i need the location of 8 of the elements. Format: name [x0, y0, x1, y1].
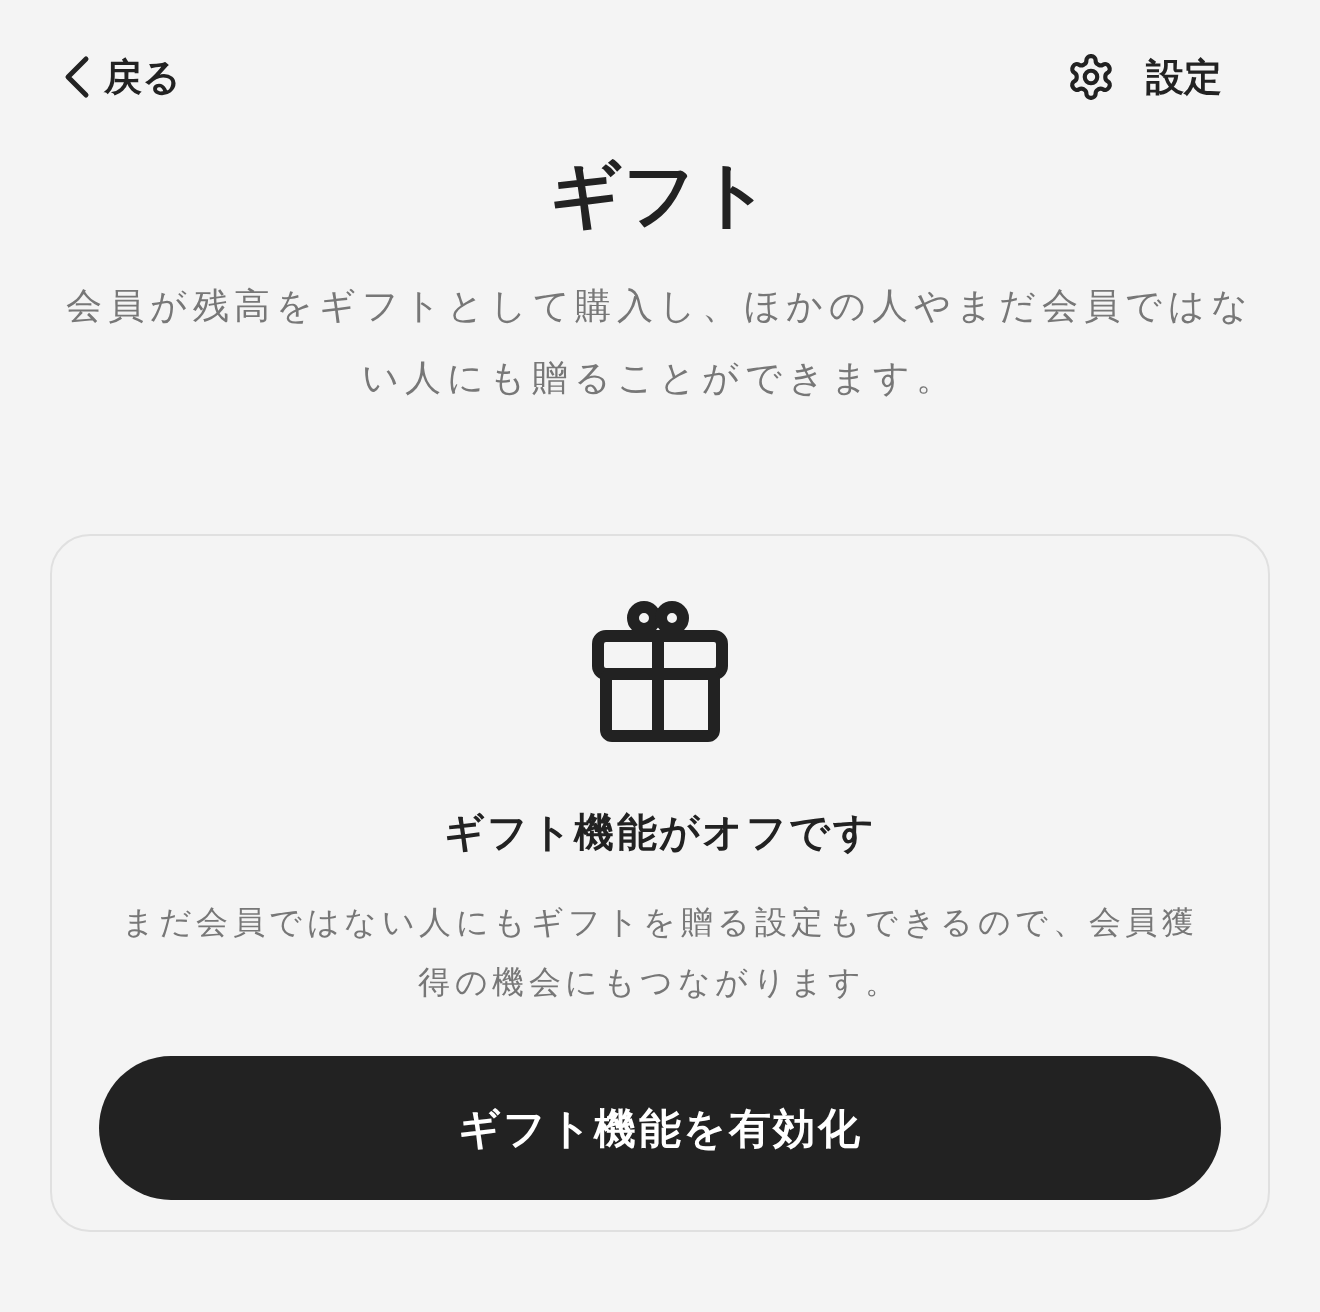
settings-button[interactable]: 設定: [1066, 48, 1222, 106]
enable-gift-button[interactable]: ギフト機能を有効化: [99, 1056, 1221, 1200]
page-title: ギフト: [549, 158, 771, 230]
status-heading: ギフト機能がオフです: [444, 809, 876, 856]
status-body: まだ会員ではない人にもギフトを贈る設定もできるので、会員獲得の機会にもつながります。: [120, 903, 1200, 1002]
back-button[interactable]: 戻る: [62, 48, 181, 106]
page-description: 会員が残高をギフトとして購入し、ほかの人やまだ会員ではない人にも贈ることができます。: [65, 284, 1255, 400]
gift-icon: [592, 598, 728, 742]
